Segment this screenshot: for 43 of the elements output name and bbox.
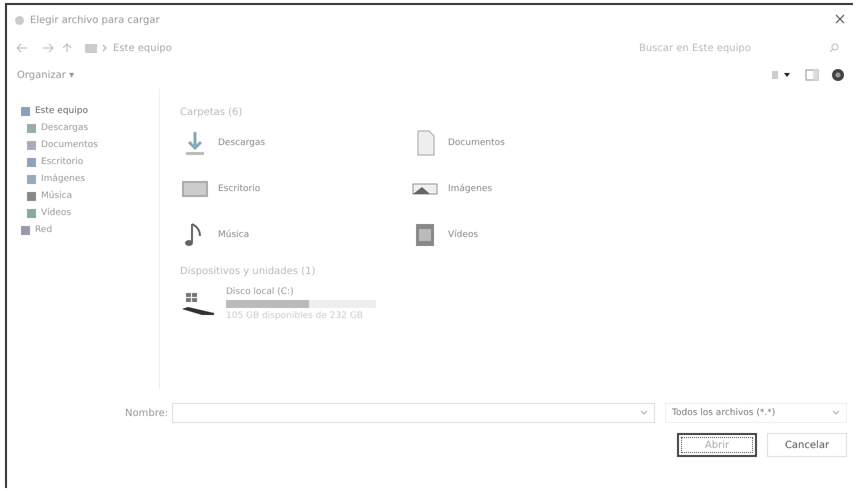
- preview-pane-icon[interactable]: [805, 69, 819, 81]
- dialog-button[interactable]: Cancelar: [767, 433, 847, 457]
- folder-item[interactable]: Música: [180, 220, 410, 250]
- sidebar-square-icon: [27, 124, 36, 132]
- file-name-label: Nombre:: [125, 408, 168, 418]
- search-field[interactable]: Buscar en Este equipo: [633, 42, 845, 54]
- sidebar-item[interactable]: Vídeos: [25, 207, 159, 219]
- file-type-dropdown[interactable]: Todos los archivos (*.*): [665, 403, 847, 423]
- file-name-field[interactable]: [172, 403, 655, 423]
- section-heading: Carpetas (6): [180, 107, 244, 118]
- help-icon[interactable]: [831, 68, 845, 82]
- caret-icon: [832, 410, 840, 416]
- sidebar-item[interactable]: Escritorio: [25, 156, 159, 168]
- sidebar-item[interactable]: Red: [19, 224, 159, 236]
- address-bar[interactable]: Este equipo: [85, 38, 623, 58]
- sidebar-square-icon: [27, 192, 36, 200]
- window-title: Elegir archivo para cargar: [30, 14, 161, 26]
- folder-item[interactable]: Documentos: [410, 128, 640, 158]
- computer-icon: [85, 44, 97, 52]
- dialog-button[interactable]: Abrir: [677, 433, 757, 457]
- sidebar-square-icon: [27, 158, 36, 166]
- sidebar-square-icon: [27, 208, 36, 218]
- search-icon: [829, 43, 839, 53]
- folder-item[interactable]: Descargas: [180, 128, 410, 158]
- sidebar-square-icon: [21, 106, 30, 116]
- sidebar-item[interactable]: Este equipo: [19, 105, 159, 117]
- sidebar-item[interactable]: Descargas: [25, 122, 159, 134]
- folder-item[interactable]: Escritorio: [180, 174, 410, 204]
- sidebar-item[interactable]: Documentos: [25, 139, 159, 151]
- path-text: Este equipo: [113, 42, 172, 54]
- sidebar-square-icon: [21, 226, 30, 234]
- section-heading: Dispositivos y unidades (1): [180, 266, 316, 277]
- sidebar-item[interactable]: Imágenes: [25, 173, 159, 185]
- sidebar-item[interactable]: Música: [25, 190, 159, 202]
- app-icon: [15, 16, 24, 24]
- chevron-icon: [102, 44, 108, 52]
- view-options-icon[interactable]: [771, 69, 793, 81]
- sidebar-square-icon: [27, 140, 36, 150]
- organize-menu[interactable]: Organizar ▾: [15, 68, 76, 82]
- folder-item[interactable]: Vídeos: [410, 220, 640, 250]
- caret-icon[interactable]: [640, 410, 648, 416]
- sidebar-square-icon: [27, 174, 36, 184]
- folder-item[interactable]: Imágenes: [410, 174, 640, 204]
